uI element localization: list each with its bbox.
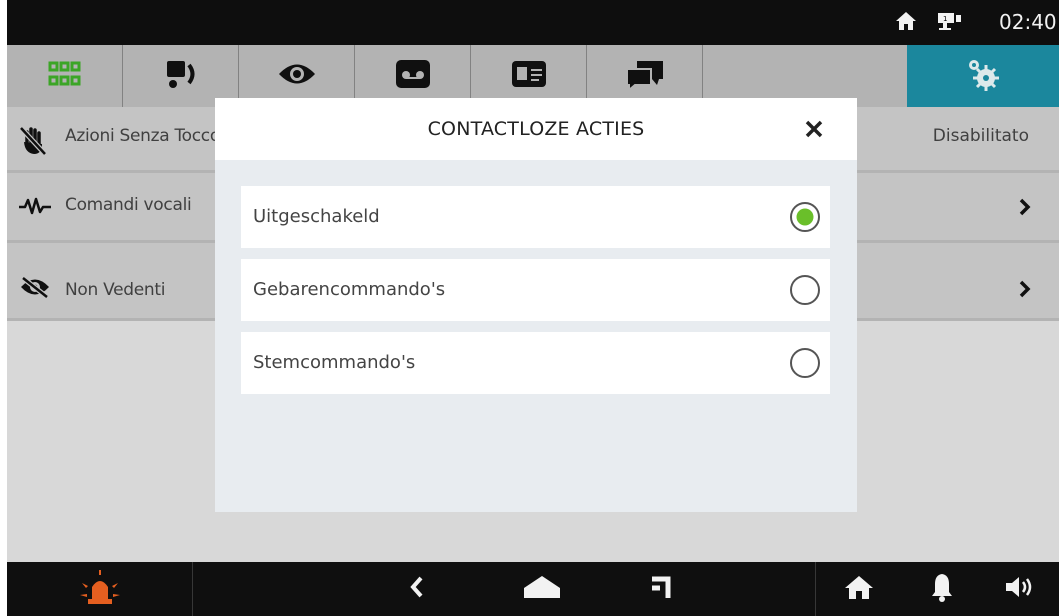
close-icon[interactable]: [804, 119, 824, 143]
touchless-actions-dialog: CONTACTLOZE ACTIES Uitgeschakeld Gebaren…: [215, 98, 857, 512]
radio-unselected[interactable]: [789, 274, 821, 306]
radio-unselected[interactable]: [789, 347, 821, 379]
dialog-title: CONTACTLOZE ACTIES: [427, 118, 645, 140]
radio-selected[interactable]: [789, 201, 821, 233]
option-voice-commands[interactable]: Stemcommando's: [241, 332, 830, 394]
option-gesture-commands[interactable]: Gebarencommando's: [241, 259, 830, 321]
option-label: Stemcommando's: [253, 352, 416, 373]
option-disabled[interactable]: Uitgeschakeld: [241, 186, 830, 248]
option-label: Uitgeschakeld: [253, 206, 380, 227]
dialog-header: CONTACTLOZE ACTIES: [215, 98, 857, 160]
option-label: Gebarencommando's: [253, 279, 446, 300]
